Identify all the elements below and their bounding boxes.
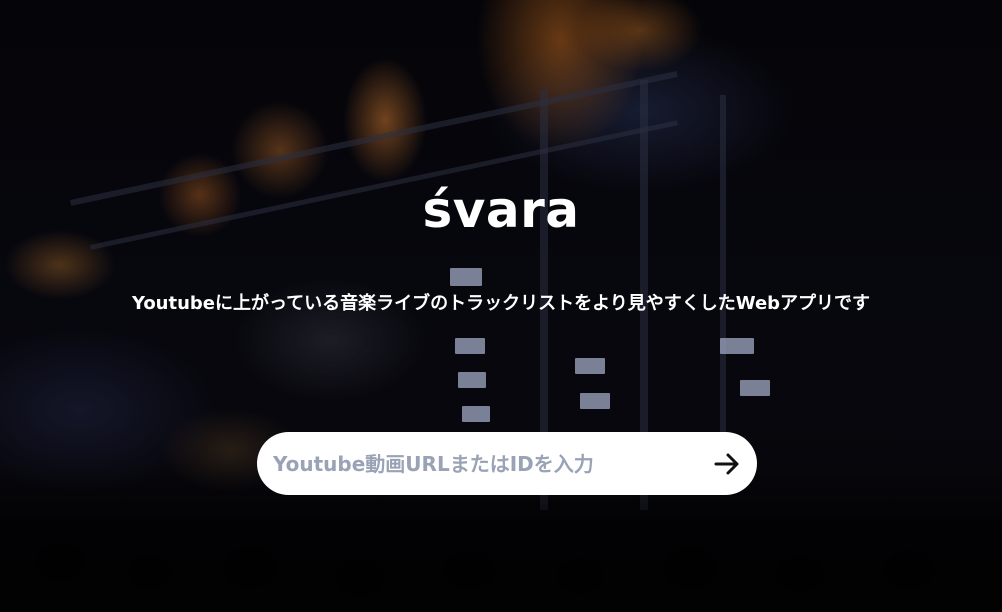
app-title: śvara	[422, 181, 580, 239]
video-url-input[interactable]	[273, 442, 693, 485]
app-description: Youtubeに上がっている音楽ライブのトラックリストをより見やすくしたWebア…	[131, 293, 871, 314]
submit-button[interactable]	[709, 446, 745, 482]
arrow-right-icon	[709, 446, 745, 482]
hero-background: śvara Youtubeに上がっている音楽ライブのトラックリストをより見やすく…	[0, 0, 1002, 612]
video-search-form	[257, 432, 757, 495]
